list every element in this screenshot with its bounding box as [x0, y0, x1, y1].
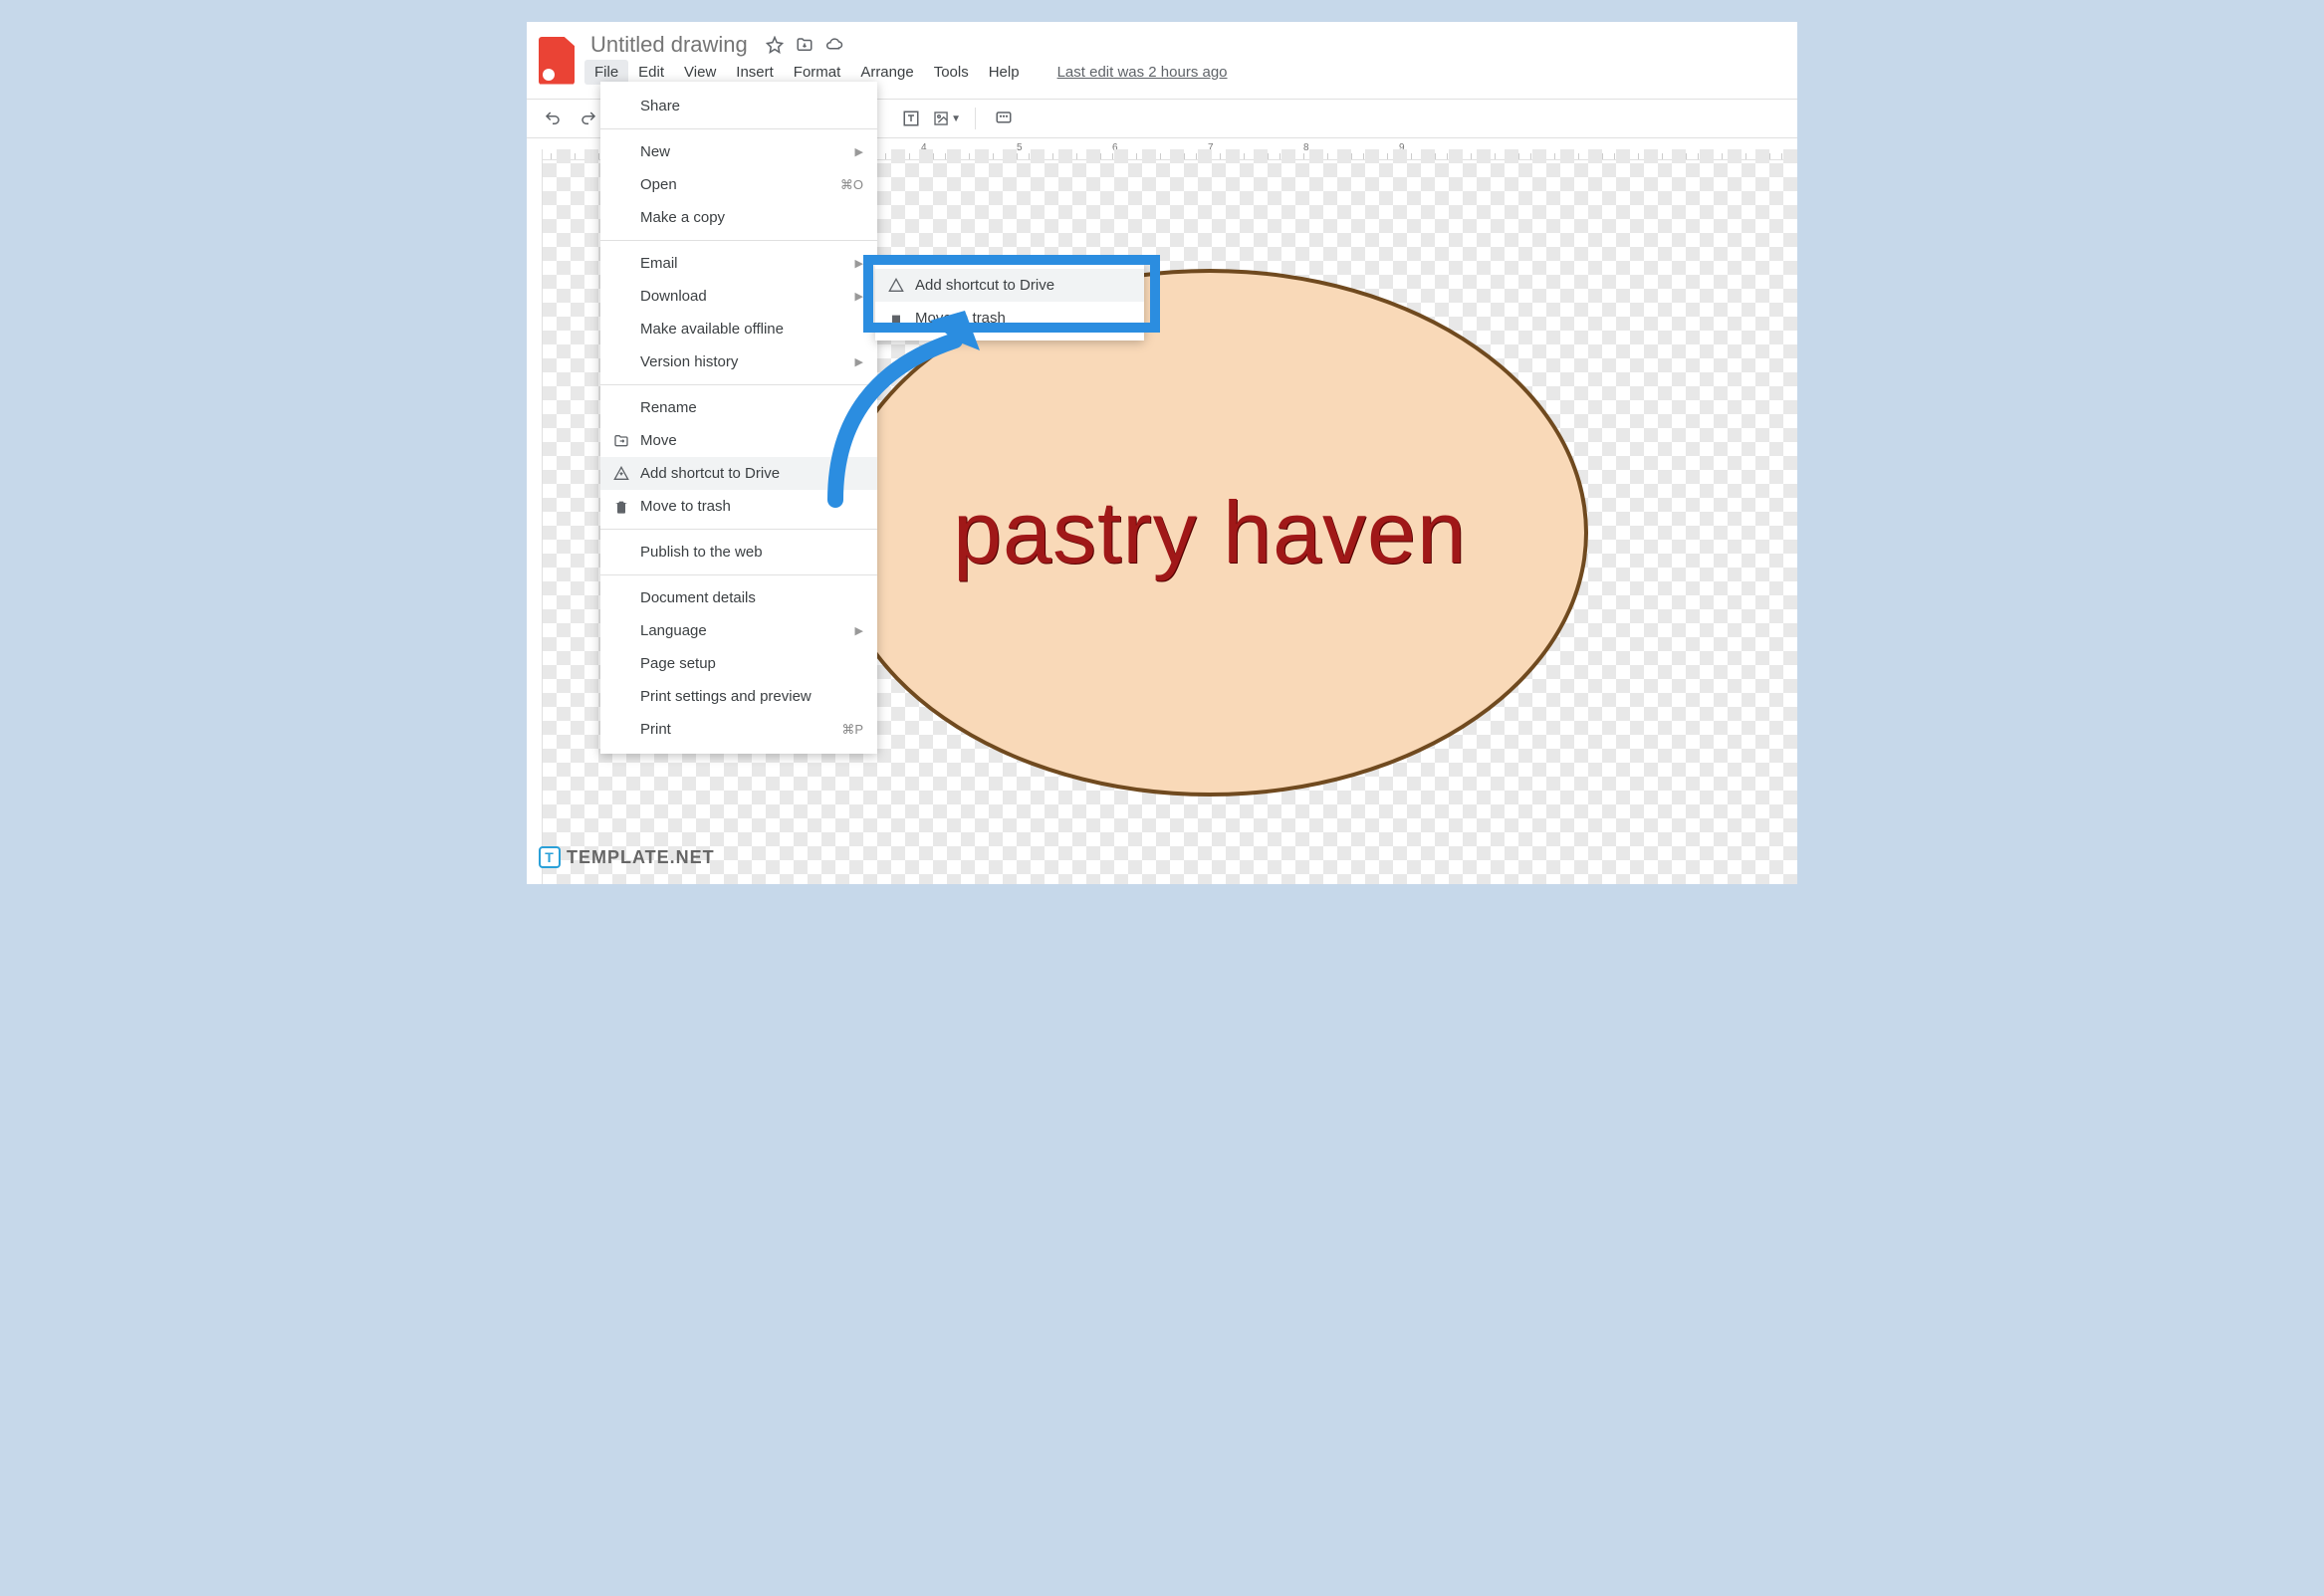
chevron-right-icon: ▶	[855, 355, 863, 368]
undo-button[interactable]	[539, 105, 567, 132]
menu-print[interactable]: Print⌘P	[600, 713, 877, 746]
menu-new[interactable]: New▶	[600, 135, 877, 168]
folder-move-icon	[612, 432, 630, 450]
vertical-ruler	[527, 149, 543, 884]
trash-icon	[887, 310, 905, 328]
move-to-folder-icon[interactable]	[796, 36, 813, 54]
app-frame: Untitled drawing File Edit View Insert F…	[525, 20, 1799, 886]
redo-button[interactable]	[575, 105, 602, 132]
drive-shortcut-icon	[887, 277, 905, 295]
chevron-right-icon: ▶	[855, 624, 863, 637]
menu-language[interactable]: Language▶	[600, 614, 877, 647]
drawings-app-icon[interactable]	[539, 37, 575, 85]
text-box-button[interactable]	[897, 105, 925, 132]
document-title[interactable]: Untitled drawing	[584, 30, 754, 60]
menu-add-shortcut[interactable]: Add shortcut to Drive	[600, 457, 877, 490]
trash-icon	[612, 498, 630, 516]
menu-download[interactable]: Download▶	[600, 280, 877, 313]
chevron-right-icon: ▶	[855, 145, 863, 158]
chevron-right-icon: ▶	[855, 290, 863, 303]
submenu: Add shortcut to Drive Move to trash	[875, 263, 1144, 341]
menu-publish[interactable]: Publish to the web	[600, 536, 877, 569]
menu-version-history[interactable]: Version history▶	[600, 345, 877, 378]
file-dropdown: Share New▶ Open⌘O Make a copy Email▶ Dow…	[600, 82, 877, 754]
shortcut-label: ⌘O	[840, 177, 863, 193]
image-button[interactable]: ▼	[933, 105, 961, 132]
menu-page-setup[interactable]: Page setup	[600, 647, 877, 680]
menu-print-settings[interactable]: Print settings and preview	[600, 680, 877, 713]
menu-offline[interactable]: Make available offline	[600, 313, 877, 345]
menu-trash[interactable]: Move to trash	[600, 490, 877, 523]
drive-shortcut-icon	[612, 465, 630, 483]
ellipse-shape[interactable]: pastry haven	[831, 269, 1588, 797]
watermark-text: TEMPLATE.NET	[567, 847, 715, 868]
submenu-trash[interactable]: Move to trash	[875, 302, 1144, 335]
menu-email[interactable]: Email▶	[600, 247, 877, 280]
submenu-add-shortcut[interactable]: Add shortcut to Drive	[875, 269, 1144, 302]
ellipse-text: pastry haven	[953, 482, 1467, 583]
cloud-saved-icon[interactable]	[825, 36, 843, 54]
menu-rename[interactable]: Rename	[600, 391, 877, 424]
menu-move[interactable]: Move	[600, 424, 877, 457]
menu-doc-details[interactable]: Document details	[600, 581, 877, 614]
comment-button[interactable]	[990, 105, 1018, 132]
menu-tools[interactable]: Tools	[924, 60, 979, 85]
chevron-right-icon: ▶	[855, 257, 863, 270]
last-edit-link[interactable]: Last edit was 2 hours ago	[1047, 60, 1238, 85]
star-icon[interactable]	[766, 36, 784, 54]
menu-make-copy[interactable]: Make a copy	[600, 201, 877, 234]
watermark: T TEMPLATE.NET	[539, 846, 715, 868]
menu-help[interactable]: Help	[979, 60, 1030, 85]
menu-open[interactable]: Open⌘O	[600, 168, 877, 201]
menu-share[interactable]: Share	[600, 90, 877, 122]
template-logo-icon: T	[539, 846, 561, 868]
shortcut-label: ⌘P	[841, 722, 863, 738]
